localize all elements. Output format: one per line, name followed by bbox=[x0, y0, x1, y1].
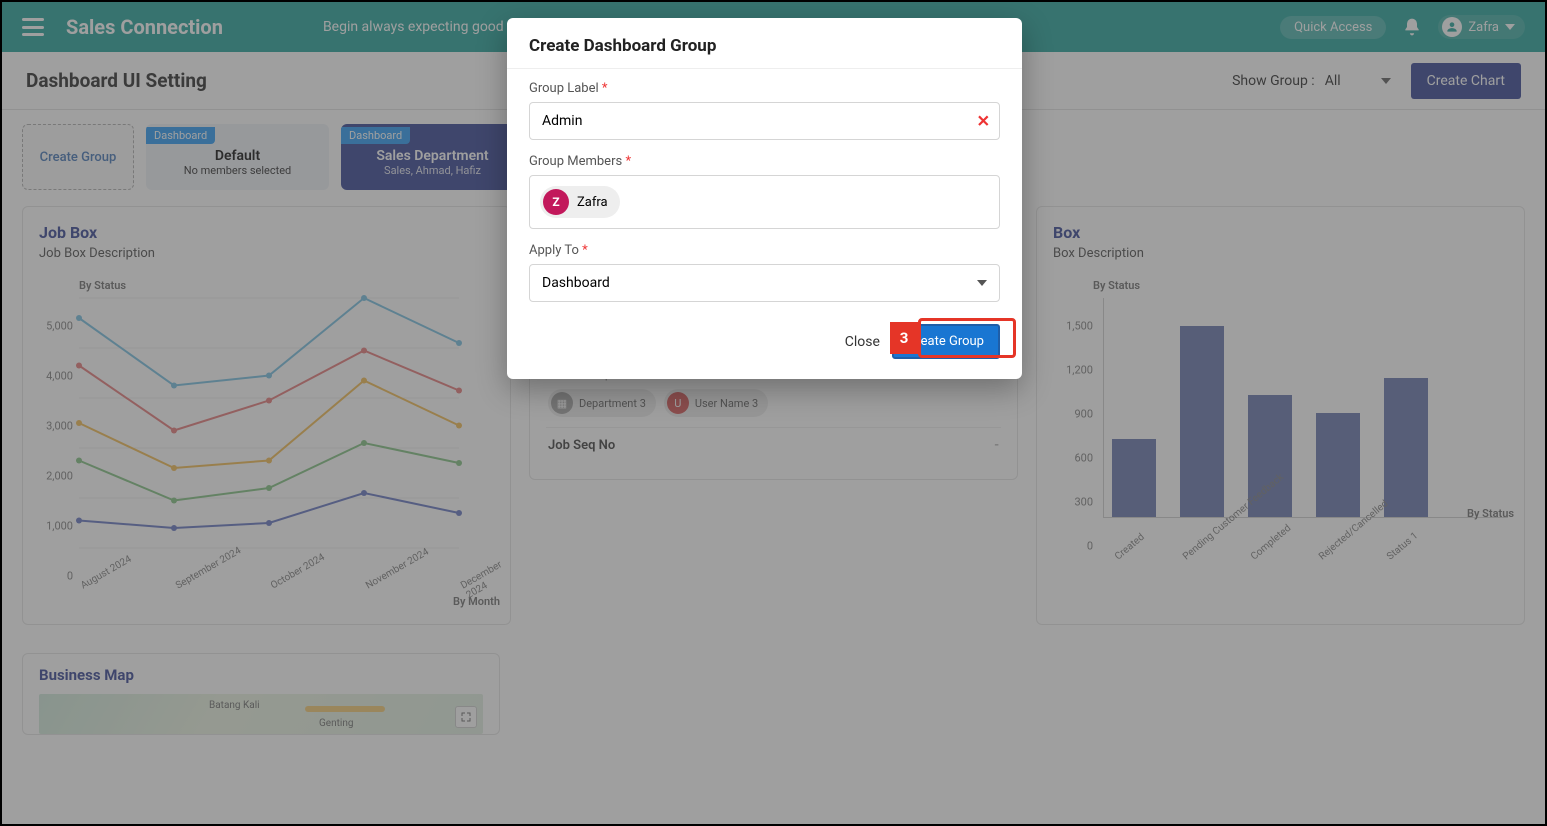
modal-title: Create Dashboard Group bbox=[507, 18, 1022, 69]
annotation-step-number: 3 bbox=[890, 322, 918, 354]
clear-icon[interactable]: ✕ bbox=[977, 112, 990, 131]
chevron-down-icon bbox=[977, 280, 987, 286]
member-name: Zafra bbox=[577, 195, 608, 210]
member-chip[interactable]: Z Zafra bbox=[540, 186, 620, 218]
apply-to-select[interactable]: Dashboard bbox=[529, 264, 1000, 302]
group-members-input[interactable]: Z Zafra bbox=[529, 175, 1000, 229]
group-label-input[interactable] bbox=[529, 102, 1000, 140]
group-members-label: Group Members * bbox=[529, 154, 1000, 169]
member-avatar: Z bbox=[543, 189, 569, 215]
annotation-highlight bbox=[918, 318, 1016, 358]
apply-to-label: Apply To * bbox=[529, 243, 1000, 258]
group-label-label: Group Label * bbox=[529, 81, 1000, 96]
close-button[interactable]: Close bbox=[841, 326, 884, 358]
apply-to-value: Dashboard bbox=[542, 275, 610, 291]
